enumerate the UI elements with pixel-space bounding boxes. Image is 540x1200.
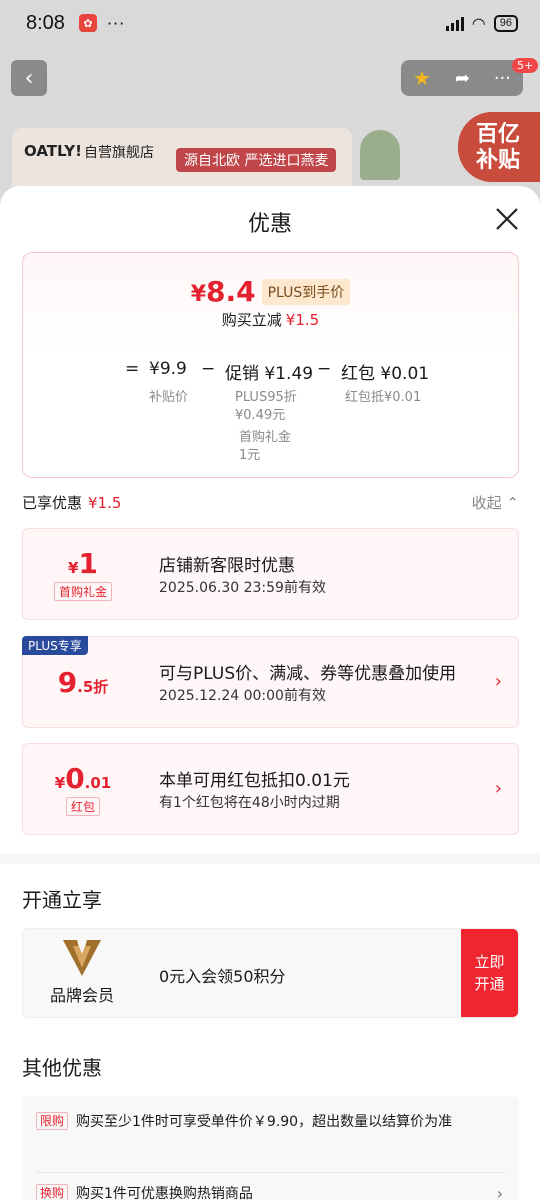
brand-membership-card: 品牌会员 0元入会领50积分 立即 开通 <box>22 928 519 1018</box>
brand-logo: OATLY! <box>24 142 82 160</box>
promo-title: 店铺新客限时优惠 <box>159 556 295 576</box>
store-name: 自营旗舰店 <box>84 145 154 161</box>
list-item-text: 购买至少1件时可享受单件价￥9.90，超出数量以结算价为准 <box>76 1114 453 1130</box>
membership-label: 品牌会员 <box>49 986 114 1005</box>
sheet-title: 优惠 <box>247 212 292 237</box>
share-icon[interactable]: ➦ <box>455 68 470 89</box>
banner-slogan: 源自北欧 严选进口燕麦 <box>176 148 337 172</box>
promo-desc: 2025.12.24 00:00前有效 <box>159 688 326 704</box>
brand-v-logo-icon <box>63 940 101 976</box>
chevron-right-icon: › <box>494 671 502 692</box>
enjoyed-discount-row: 已享优惠 ¥1.5 收起 ⌃ <box>22 492 519 514</box>
status-time: 8:08 <box>26 11 65 34</box>
wifi-icon: ◠ <box>471 13 486 33</box>
close-icon[interactable] <box>494 206 520 232</box>
other-discounts-title: 其他优惠 <box>22 1056 102 1080</box>
price-breakdown-card: ¥8.4 PLUS到手价 购买立减 ¥1.5 = ¥9.9 补贴价 − 促销 ¥1… <box>22 252 519 478</box>
promo-card-new-customer: ¥1 首购礼金 店铺新客限时优惠 2025.06.30 23:59前有效 <box>22 528 519 620</box>
promo-desc: 有1个红包将在48小时内过期 <box>159 795 340 811</box>
promo-card-plus-discount[interactable]: PLUS专享 9.5折 可与PLUS价、满减、券等优惠叠加使用 2025.12.… <box>22 636 519 728</box>
promo-tag: 红包 <box>65 797 100 816</box>
app-notification-icon: ✿ <box>78 14 97 32</box>
plant-image <box>360 130 400 180</box>
final-price: ¥8.4 <box>190 275 256 308</box>
divider <box>36 1172 506 1173</box>
base-price-label: 补贴价 <box>149 390 189 405</box>
nav-actions: ★ ➦ ··· <box>401 60 523 96</box>
promo-value: 促销 ¥1.49 <box>225 364 314 384</box>
limit-tag: 限购 <box>36 1112 69 1130</box>
redpacket-value: 红包 ¥0.01 <box>341 364 430 384</box>
signal-icon <box>445 15 464 31</box>
promo-title: 本单可用红包抵扣0.01元 <box>159 771 350 791</box>
equals-sign: = <box>125 359 140 379</box>
promo-title: 可与PLUS价、满减、券等优惠叠加使用 <box>159 664 457 684</box>
promo-value: ¥1 <box>68 547 98 580</box>
list-item-text: 购买1件可优惠换购热销商品 <box>76 1186 253 1200</box>
message-count-badge: 5+ <box>512 58 539 73</box>
membership-section-title: 开通立享 <box>22 888 102 912</box>
plus-price-tag: PLUS到手价 <box>261 278 351 305</box>
redpacket-label: 红包抵¥0.01 <box>345 390 422 405</box>
list-item[interactable]: 换购 购买1件可优惠换购热销商品 <box>36 1184 496 1200</box>
join-now-button[interactable]: 立即 开通 <box>461 929 518 1017</box>
promo-card-redpacket[interactable]: ¥0.01 红包 本单可用红包抵扣0.01元 有1个红包将在48小时内过期 › <box>22 743 519 835</box>
back-button[interactable]: ‹ <box>11 60 47 96</box>
favorite-star-icon[interactable]: ★ <box>413 66 431 90</box>
discount-sheet: 优惠 ¥8.4 PLUS到手价 购买立减 ¥1.5 = ¥9.9 补贴价 − 促销… <box>0 186 540 1200</box>
chevron-right-icon: › <box>494 778 502 799</box>
other-discounts-list: 限购 购买至少1件时可享受单件价￥9.90，超出数量以结算价为准 换购 购买1件可优… <box>22 1096 519 1200</box>
minus-sign-1: − <box>201 359 216 379</box>
promo-value: ¥0.01 <box>54 762 112 795</box>
section-divider <box>0 854 540 864</box>
subsidy-line2: 补贴 <box>476 148 521 173</box>
purchase-reduction: 购买立减 ¥1.5 <box>221 311 320 329</box>
list-item: 限购 购买至少1件时可享受单件价￥9.90，超出数量以结算价为准 <box>36 1112 496 1133</box>
more-notifications-icon: ··· <box>106 13 126 33</box>
status-bar: 8:08 ✿ ··· ◠ 96 <box>0 0 540 46</box>
subsidy-line1: 百亿 <box>476 122 521 147</box>
enjoyed-label: 已享优惠 <box>22 494 83 512</box>
exchange-tag: 换购 <box>36 1184 69 1200</box>
enjoyed-amount: ¥1.5 <box>88 494 122 512</box>
membership-offer-text: 0元入会领50积分 <box>159 967 286 986</box>
base-price-value: ¥9.9 <box>149 359 187 379</box>
more-icon[interactable]: ··· <box>494 68 511 89</box>
subsidy-badge: 百亿 补贴 <box>458 112 540 182</box>
promo-tag: 首购礼金 <box>53 582 112 601</box>
chevron-right-icon: › <box>496 1184 503 1200</box>
battery-indicator: 96 <box>493 14 518 32</box>
collapse-toggle[interactable]: 收起 ⌃ <box>472 492 519 513</box>
promo-desc: 2025.06.30 23:59前有效 <box>159 580 326 596</box>
minus-sign-2: − <box>317 359 332 379</box>
promo-value: 9.5折 <box>57 665 109 699</box>
promo-breakdown: PLUS95折 ¥0.49元 首购礼金 1元 <box>235 390 297 463</box>
